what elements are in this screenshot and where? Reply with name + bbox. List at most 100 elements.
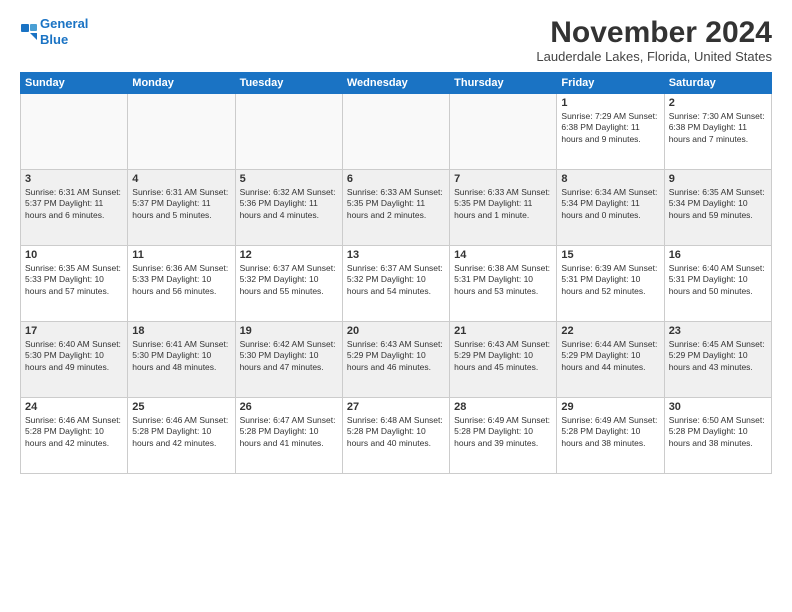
table-row: 12 Sunrise: 6:37 AM Sunset: 5:32 PM Dayli… — [235, 246, 342, 322]
day-info: Sunrise: 6:49 AM Sunset: 5:28 PM Dayligh… — [454, 415, 552, 449]
day-info: Sunrise: 6:38 AM Sunset: 5:31 PM Dayligh… — [454, 263, 552, 297]
table-row: 6 Sunrise: 6:33 AM Sunset: 5:35 PM Daylig… — [342, 170, 449, 246]
day-info: Sunrise: 6:31 AM Sunset: 5:37 PM Dayligh… — [25, 187, 123, 221]
logo-icon — [20, 23, 38, 41]
table-row — [128, 94, 235, 170]
location-subtitle: Lauderdale Lakes, Florida, United States — [536, 49, 772, 64]
day-info: Sunrise: 6:37 AM Sunset: 5:32 PM Dayligh… — [240, 263, 338, 297]
day-number: 25 — [132, 401, 230, 413]
table-row: 26 Sunrise: 6:47 AM Sunset: 5:28 PM Dayli… — [235, 398, 342, 474]
col-wednesday: Wednesday — [342, 73, 449, 94]
table-row: 29Sunrise: 6:49 AM Sunset: 5:28 PM Dayli… — [557, 398, 664, 474]
day-number: 28 — [454, 401, 552, 413]
logo: General Blue — [20, 16, 88, 47]
table-row: 11Sunrise: 6:36 AM Sunset: 5:33 PM Dayli… — [128, 246, 235, 322]
table-row: 5Sunrise: 6:32 AM Sunset: 5:36 PM Daylig… — [235, 170, 342, 246]
table-row: 17 Sunrise: 6:40 AM Sunset: 5:30 PM Dayli… — [21, 322, 128, 398]
day-number: 10 — [25, 249, 123, 261]
day-number: 7 — [454, 173, 552, 185]
logo-line1: General — [40, 16, 88, 31]
table-row: 4 Sunrise: 6:31 AM Sunset: 5:37 PM Daylig… — [128, 170, 235, 246]
day-info: Sunrise: 6:36 AM Sunset: 5:33 PM Dayligh… — [132, 263, 230, 297]
day-info: Sunrise: 6:42 AM Sunset: 5:30 PM Dayligh… — [240, 339, 338, 373]
day-info: Sunrise: 6:40 AM Sunset: 5:30 PM Dayligh… — [25, 339, 123, 373]
week-row-4: 17 Sunrise: 6:40 AM Sunset: 5:30 PM Dayli… — [21, 322, 772, 398]
header: General Blue November 2024 Lauderdale La… — [20, 16, 772, 64]
day-info: Sunrise: 6:48 AM Sunset: 5:28 PM Dayligh… — [347, 415, 445, 449]
table-row: 8 Sunrise: 6:34 AM Sunset: 5:34 PM Daylig… — [557, 170, 664, 246]
table-row: 20 Sunrise: 6:43 AM Sunset: 5:29 PM Dayli… — [342, 322, 449, 398]
day-number: 9 — [669, 173, 767, 185]
day-number: 30 — [669, 401, 767, 413]
day-info: Sunrise: 6:34 AM Sunset: 5:34 PM Dayligh… — [561, 187, 659, 221]
table-row: 21 Sunrise: 6:43 AM Sunset: 5:29 PM Dayli… — [450, 322, 557, 398]
col-friday: Friday — [557, 73, 664, 94]
col-sunday: Sunday — [21, 73, 128, 94]
day-number: 14 — [454, 249, 552, 261]
table-row — [450, 94, 557, 170]
weekday-header-row: Sunday Monday Tuesday Wednesday Thursday… — [21, 73, 772, 94]
table-row: 23Sunrise: 6:45 AM Sunset: 5:29 PM Dayli… — [664, 322, 771, 398]
table-row: 14 Sunrise: 6:38 AM Sunset: 5:31 PM Dayli… — [450, 246, 557, 322]
day-number: 13 — [347, 249, 445, 261]
day-info: Sunrise: 6:47 AM Sunset: 5:28 PM Dayligh… — [240, 415, 338, 449]
table-row — [235, 94, 342, 170]
table-row — [21, 94, 128, 170]
logo-text: General Blue — [40, 16, 88, 47]
table-row: 27 Sunrise: 6:48 AM Sunset: 5:28 PM Dayli… — [342, 398, 449, 474]
day-info: Sunrise: 6:35 AM Sunset: 5:34 PM Dayligh… — [669, 187, 767, 221]
day-number: 17 — [25, 325, 123, 337]
day-number: 27 — [347, 401, 445, 413]
table-row — [342, 94, 449, 170]
day-info: Sunrise: 6:43 AM Sunset: 5:29 PM Dayligh… — [454, 339, 552, 373]
week-row-5: 24Sunrise: 6:46 AM Sunset: 5:28 PM Dayli… — [21, 398, 772, 474]
day-info: Sunrise: 6:41 AM Sunset: 5:30 PM Dayligh… — [132, 339, 230, 373]
day-number: 6 — [347, 173, 445, 185]
table-row: 3 Sunrise: 6:31 AM Sunset: 5:37 PM Daylig… — [21, 170, 128, 246]
table-row: 13 Sunrise: 6:37 AM Sunset: 5:32 PM Dayli… — [342, 246, 449, 322]
day-number: 21 — [454, 325, 552, 337]
day-number: 20 — [347, 325, 445, 337]
day-number: 26 — [240, 401, 338, 413]
day-number: 2 — [669, 97, 767, 109]
day-number: 12 — [240, 249, 338, 261]
calendar-page: General Blue November 2024 Lauderdale La… — [0, 0, 792, 612]
col-thursday: Thursday — [450, 73, 557, 94]
table-row: 25Sunrise: 6:46 AM Sunset: 5:28 PM Dayli… — [128, 398, 235, 474]
day-number: 16 — [669, 249, 767, 261]
table-row: 15Sunrise: 6:39 AM Sunset: 5:31 PM Dayli… — [557, 246, 664, 322]
day-number: 3 — [25, 173, 123, 185]
calendar-table: Sunday Monday Tuesday Wednesday Thursday… — [20, 72, 772, 474]
table-row: 10Sunrise: 6:35 AM Sunset: 5:33 PM Dayli… — [21, 246, 128, 322]
day-info: Sunrise: 6:43 AM Sunset: 5:29 PM Dayligh… — [347, 339, 445, 373]
table-row: 2Sunrise: 7:30 AM Sunset: 6:38 PM Daylig… — [664, 94, 771, 170]
table-row: 16Sunrise: 6:40 AM Sunset: 5:31 PM Dayli… — [664, 246, 771, 322]
day-info: Sunrise: 6:45 AM Sunset: 5:29 PM Dayligh… — [669, 339, 767, 373]
logo-line2: Blue — [40, 32, 68, 47]
day-number: 19 — [240, 325, 338, 337]
day-info: Sunrise: 6:44 AM Sunset: 5:29 PM Dayligh… — [561, 339, 659, 373]
day-number: 8 — [561, 173, 659, 185]
day-number: 1 — [561, 97, 659, 109]
week-row-1: 1 Sunrise: 7:29 AM Sunset: 6:38 PM Daylig… — [21, 94, 772, 170]
title-block: November 2024 Lauderdale Lakes, Florida,… — [536, 16, 772, 64]
day-number: 18 — [132, 325, 230, 337]
table-row: 18 Sunrise: 6:41 AM Sunset: 5:30 PM Dayli… — [128, 322, 235, 398]
day-info: Sunrise: 7:29 AM Sunset: 6:38 PM Dayligh… — [561, 111, 659, 145]
day-info: Sunrise: 6:50 AM Sunset: 5:28 PM Dayligh… — [669, 415, 767, 449]
day-info: Sunrise: 6:33 AM Sunset: 5:35 PM Dayligh… — [454, 187, 552, 221]
day-number: 29 — [561, 401, 659, 413]
day-info: Sunrise: 6:37 AM Sunset: 5:32 PM Dayligh… — [347, 263, 445, 297]
col-tuesday: Tuesday — [235, 73, 342, 94]
table-row: 24Sunrise: 6:46 AM Sunset: 5:28 PM Dayli… — [21, 398, 128, 474]
day-info: Sunrise: 6:32 AM Sunset: 5:36 PM Dayligh… — [240, 187, 338, 221]
day-number: 15 — [561, 249, 659, 261]
col-monday: Monday — [128, 73, 235, 94]
table-row: 19 Sunrise: 6:42 AM Sunset: 5:30 PM Dayli… — [235, 322, 342, 398]
day-info: Sunrise: 6:31 AM Sunset: 5:37 PM Dayligh… — [132, 187, 230, 221]
day-info: Sunrise: 6:33 AM Sunset: 5:35 PM Dayligh… — [347, 187, 445, 221]
table-row: 7 Sunrise: 6:33 AM Sunset: 5:35 PM Daylig… — [450, 170, 557, 246]
day-number: 4 — [132, 173, 230, 185]
col-saturday: Saturday — [664, 73, 771, 94]
table-row: 9 Sunrise: 6:35 AM Sunset: 5:34 PM Daylig… — [664, 170, 771, 246]
